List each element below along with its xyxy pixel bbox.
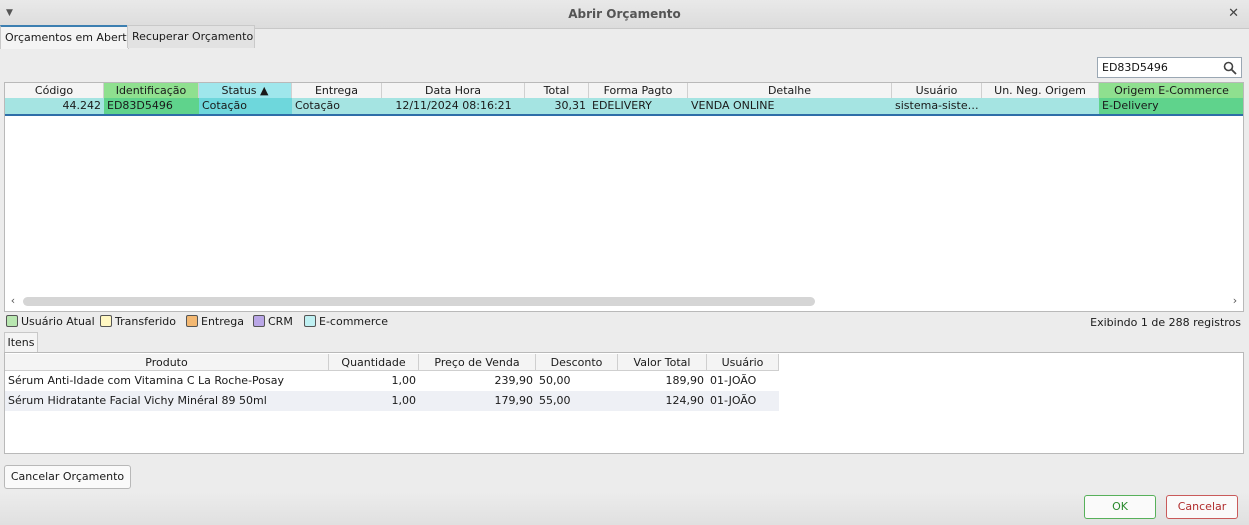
cell-entrega: Cotação bbox=[295, 99, 340, 112]
scrollbar-thumb[interactable] bbox=[23, 297, 815, 306]
header-valor-total[interactable]: Valor Total bbox=[618, 354, 707, 371]
header-usuario[interactable]: Usuário bbox=[707, 354, 779, 371]
cell-produto: Sérum Anti-Idade com Vitamina C La Roche… bbox=[8, 374, 284, 387]
cell-valor-total: 189,90 bbox=[665, 374, 705, 387]
cell-desconto: 55,00 bbox=[539, 394, 571, 407]
ok-button[interactable]: OK bbox=[1084, 495, 1156, 519]
header-codigo[interactable]: Código bbox=[5, 83, 104, 98]
close-icon[interactable]: ✕ bbox=[1228, 6, 1239, 21]
swatch-icon bbox=[253, 315, 265, 327]
scroll-left-icon[interactable]: ‹ bbox=[7, 294, 19, 307]
search-icon[interactable] bbox=[1223, 61, 1237, 75]
header-entrega[interactable]: Entrega bbox=[292, 83, 382, 98]
legend-usuario-atual: Usuário Atual bbox=[6, 315, 95, 329]
legend-crm: CRM bbox=[253, 315, 293, 329]
search-box bbox=[1097, 57, 1242, 78]
cell-total: 30,31 bbox=[554, 99, 587, 112]
cell-usuario: 01-JOÃO bbox=[710, 394, 757, 407]
legend-label: CRM bbox=[268, 315, 293, 328]
horizontal-scrollbar[interactable]: ‹ › bbox=[5, 294, 1243, 308]
cancel-button[interactable]: Cancelar bbox=[1166, 495, 1238, 519]
cell-preco-venda: 179,90 bbox=[494, 394, 534, 407]
cell-detalhe: VENDA ONLINE bbox=[691, 99, 775, 112]
swatch-icon bbox=[6, 315, 18, 327]
window-title: Abrir Orçamento bbox=[568, 7, 681, 21]
cell-codigo: 44.242 bbox=[62, 99, 102, 112]
cell-usuario: 01-JOÃO bbox=[710, 374, 757, 387]
swatch-icon bbox=[304, 315, 316, 327]
legend-label: Transferido bbox=[115, 315, 176, 328]
cell-un-neg-origem bbox=[982, 98, 1099, 114]
tab-itens[interactable]: Itens bbox=[4, 332, 38, 353]
header-usuario[interactable]: Usuário bbox=[892, 83, 982, 98]
header-identificacao[interactable]: Identificação bbox=[104, 83, 199, 98]
legend-label: Entrega bbox=[201, 315, 245, 328]
itens-table: Produto Quantidade Preço de Venda Descon… bbox=[4, 352, 1244, 454]
cell-desconto: 50,00 bbox=[539, 374, 571, 387]
legend-label: E-commerce bbox=[319, 315, 388, 328]
legend-ecommerce: E-commerce bbox=[304, 315, 388, 329]
cell-preco-venda: 239,90 bbox=[494, 374, 534, 387]
cancelar-orcamento-button[interactable]: Cancelar Orçamento bbox=[4, 465, 131, 489]
cell-quantidade: 1,00 bbox=[391, 374, 417, 387]
cell-valor-total: 124,90 bbox=[665, 394, 705, 407]
search-input[interactable] bbox=[1102, 60, 1222, 75]
table-row[interactable]: 44.242 ED83D5496 Cotação Cotação 12/11/2… bbox=[5, 98, 1243, 116]
cell-usuario: sistema-siste… bbox=[895, 99, 979, 112]
header-detalhe[interactable]: Detalhe bbox=[688, 83, 892, 98]
cell-quantidade: 1,00 bbox=[391, 394, 417, 407]
header-desconto[interactable]: Desconto bbox=[536, 354, 618, 371]
header-total[interactable]: Total bbox=[525, 83, 589, 98]
cell-status: Cotação bbox=[199, 98, 292, 114]
header-un-neg-origem[interactable]: Un. Neg. Origem bbox=[982, 83, 1099, 98]
header-data-hora[interactable]: Data Hora bbox=[382, 83, 525, 98]
legend-entrega: Entrega bbox=[186, 315, 244, 329]
orcamentos-table: Código Identificação Status ▲ Entrega Da… bbox=[4, 82, 1244, 312]
table-row[interactable]: Sérum Hidratante Facial Vichy Minéral 89… bbox=[5, 391, 779, 411]
cell-identificacao: ED83D5496 bbox=[104, 98, 199, 114]
tab-orcamentos-em-aberto[interactable]: Orçamentos em Aberto bbox=[0, 25, 133, 49]
cell-forma-pagto: EDELIVERY bbox=[592, 99, 652, 112]
swatch-icon bbox=[100, 315, 112, 327]
scroll-right-icon[interactable]: › bbox=[1229, 294, 1241, 307]
header-produto[interactable]: Produto bbox=[5, 354, 329, 371]
table-row[interactable]: Sérum Anti-Idade com Vitamina C La Roche… bbox=[5, 371, 779, 391]
cell-origem-ecommerce: E-Delivery bbox=[1099, 98, 1243, 114]
legend-label: Usuário Atual bbox=[21, 315, 95, 328]
record-count: Exibindo 1 de 288 registros bbox=[1090, 316, 1241, 329]
cell-data-hora: 12/11/2024 08:16:21 bbox=[395, 99, 512, 112]
tab-recuperar-orcamento[interactable]: Recuperar Orçamento bbox=[127, 25, 255, 48]
header-quantidade[interactable]: Quantidade bbox=[329, 354, 419, 371]
header-origem-ecommerce[interactable]: Origem E-Commerce bbox=[1099, 83, 1243, 98]
header-forma-pagto[interactable]: Forma Pagto bbox=[589, 83, 688, 98]
footer-bar bbox=[0, 492, 1249, 525]
header-preco-venda[interactable]: Preço de Venda bbox=[419, 354, 536, 371]
table-header: Código Identificação Status ▲ Entrega Da… bbox=[5, 83, 1243, 99]
cell-produto: Sérum Hidratante Facial Vichy Minéral 89… bbox=[8, 394, 267, 407]
swatch-icon bbox=[186, 315, 198, 327]
legend-transferido: Transferido bbox=[100, 315, 176, 329]
header-status[interactable]: Status ▲ bbox=[199, 83, 292, 98]
